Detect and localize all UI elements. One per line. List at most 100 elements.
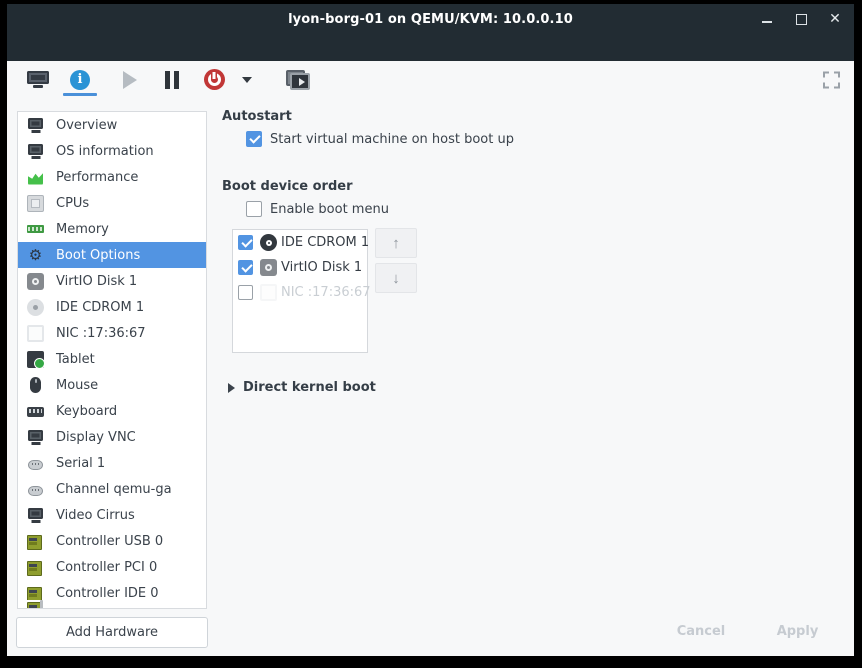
vm-details-window: lyon-borg-01 on QEMU/KVM: 10.0.0.10 ✕ i xyxy=(7,4,854,656)
cancel-button[interactable]: Cancel xyxy=(665,616,737,646)
pcicard-icon xyxy=(27,559,44,576)
boot-device-checkbox[interactable] xyxy=(238,235,253,250)
pcicard-icon xyxy=(27,533,44,550)
hardware-list-item[interactable]: Overview xyxy=(18,112,206,138)
hardware-list: Overview OS information Performance CPUs… xyxy=(17,111,207,609)
hardware-list-item[interactable]: Display VNC xyxy=(18,424,206,450)
window-title: lyon-borg-01 on QEMU/KVM: 10.0.0.10 xyxy=(7,12,854,27)
hardware-list-item[interactable]: Memory xyxy=(18,216,206,242)
display-icon xyxy=(27,429,44,446)
run-button[interactable] xyxy=(109,64,151,96)
menu-item[interactable] xyxy=(33,44,53,52)
hardware-list-item[interactable]: CPUs xyxy=(18,190,206,216)
shutdown-menu-caret-icon xyxy=(242,77,252,83)
hardware-list-item[interactable]: Controller USB 0 xyxy=(18,528,206,554)
apply-button[interactable]: Apply xyxy=(760,616,835,646)
hardware-item-label: Keyboard xyxy=(56,404,117,419)
expander-triangle-icon xyxy=(228,383,235,393)
hardware-item-label: Controller PCI 0 xyxy=(56,560,157,575)
titlebar: lyon-borg-01 on QEMU/KVM: 10.0.0.10 ✕ xyxy=(7,4,854,34)
hardware-item-label: Controller USB 0 xyxy=(56,534,163,549)
cdrom-dark-icon xyxy=(260,234,277,251)
vm-displays-icon xyxy=(286,70,310,90)
hardware-list-item[interactable]: IDE CDROM 1 xyxy=(18,294,206,320)
hardware-item-label: Boot Options xyxy=(56,248,140,263)
boot-device-label: NIC :17:36:67 xyxy=(281,285,371,300)
hardware-item-label: Video Cirrus xyxy=(56,508,135,523)
shutdown-button[interactable] xyxy=(193,64,235,96)
show-console-button[interactable] xyxy=(17,64,59,96)
monitor-icon xyxy=(27,117,44,134)
hardware-item-label: Serial 1 xyxy=(56,456,105,471)
serial-icon xyxy=(27,481,44,498)
hardware-item-label: Display VNC xyxy=(56,430,136,445)
hardware-list-item[interactable]: Serial 1 xyxy=(18,450,206,476)
hardware-list-item[interactable]: OS information xyxy=(18,138,206,164)
close-icon[interactable]: ✕ xyxy=(828,12,842,26)
boot-order-heading: Boot device order xyxy=(222,179,353,194)
boot-device-row[interactable]: VirtIO Disk 1 xyxy=(233,255,367,280)
hardware-list-item[interactable]: Mouse xyxy=(18,372,206,398)
cpu-icon xyxy=(27,195,44,212)
hardware-list-item[interactable]: Keyboard xyxy=(18,398,206,424)
ram-icon xyxy=(27,221,44,238)
enable-boot-menu-label: Enable boot menu xyxy=(270,202,389,217)
hardware-item-label: Channel qemu-ga xyxy=(56,482,172,497)
console-monitor-icon xyxy=(27,71,49,88)
boot-device-row[interactable]: IDE CDROM 1 xyxy=(233,230,367,255)
content: Overview OS information Performance CPUs… xyxy=(7,98,854,656)
cdrom-light-icon xyxy=(27,299,44,316)
pause-button[interactable] xyxy=(151,64,193,96)
vm-displays-button[interactable] xyxy=(277,64,319,96)
add-hardware-button[interactable]: Add Hardware xyxy=(16,617,208,648)
hardware-item-label: Mouse xyxy=(56,378,98,393)
hardware-list-item[interactable]: Controller PCI 0 xyxy=(18,554,206,580)
video-icon xyxy=(27,507,44,524)
fullscreen-icon[interactable] xyxy=(823,71,840,88)
nic-icon xyxy=(260,284,277,301)
disk-icon xyxy=(260,259,277,276)
boot-device-label: VirtIO Disk 1 xyxy=(281,260,362,275)
boot-device-checkbox[interactable] xyxy=(238,285,253,300)
minimize-icon[interactable] xyxy=(760,12,774,26)
partial-list-item xyxy=(18,600,206,608)
menu-item[interactable] xyxy=(13,44,33,52)
move-up-button[interactable]: ↑ xyxy=(375,228,417,258)
hardware-list-item[interactable]: VirtIO Disk 1 xyxy=(18,268,206,294)
maximize-icon[interactable] xyxy=(794,12,808,26)
hardware-list-item[interactable]: Performance xyxy=(18,164,206,190)
enable-boot-menu-checkbox[interactable] xyxy=(246,201,262,217)
hardware-list-item[interactable]: ⚙ Boot Options xyxy=(18,242,206,268)
menu-item[interactable] xyxy=(53,44,73,52)
nic-icon xyxy=(27,325,44,342)
hardware-list-item[interactable]: Video Cirrus xyxy=(18,502,206,528)
move-down-button[interactable]: ↓ xyxy=(375,263,417,293)
menubar xyxy=(7,34,854,61)
boot-device-label: IDE CDROM 1 xyxy=(281,235,369,250)
gear-icon: ⚙ xyxy=(27,247,44,264)
boot-device-checkbox[interactable] xyxy=(238,260,253,275)
hardware-item-label: Controller IDE 0 xyxy=(56,586,159,601)
hardware-list-item[interactable]: NIC :17:36:67 xyxy=(18,320,206,346)
autostart-label: Start virtual machine on host boot up xyxy=(270,132,514,147)
autostart-checkbox[interactable] xyxy=(246,131,262,147)
chart-icon xyxy=(27,169,44,186)
direct-kernel-boot-expander[interactable]: Direct kernel boot xyxy=(228,380,376,395)
pause-icon xyxy=(165,71,179,89)
monitor-icon xyxy=(27,143,44,160)
hardware-item-label: OS information xyxy=(56,144,154,159)
mouse-icon xyxy=(27,377,44,394)
enable-boot-menu-row: Enable boot menu xyxy=(246,201,389,217)
details-info-icon: i xyxy=(70,70,90,90)
hardware-list-item[interactable]: Tablet xyxy=(18,346,206,372)
disk-icon xyxy=(27,273,44,290)
run-play-icon xyxy=(123,71,137,89)
boot-device-row[interactable]: NIC :17:36:67 xyxy=(233,280,367,305)
boot-device-list: IDE CDROM 1 VirtIO Disk 1 NIC :17:36:67 xyxy=(232,229,368,353)
hardware-list-item[interactable]: Channel qemu-ga xyxy=(18,476,206,502)
show-details-button[interactable]: i xyxy=(59,64,101,96)
autostart-heading: Autostart xyxy=(222,109,292,124)
shutdown-menu-button[interactable] xyxy=(235,64,259,96)
hardware-item-label: Memory xyxy=(56,222,109,237)
menu-item[interactable] xyxy=(73,44,93,52)
